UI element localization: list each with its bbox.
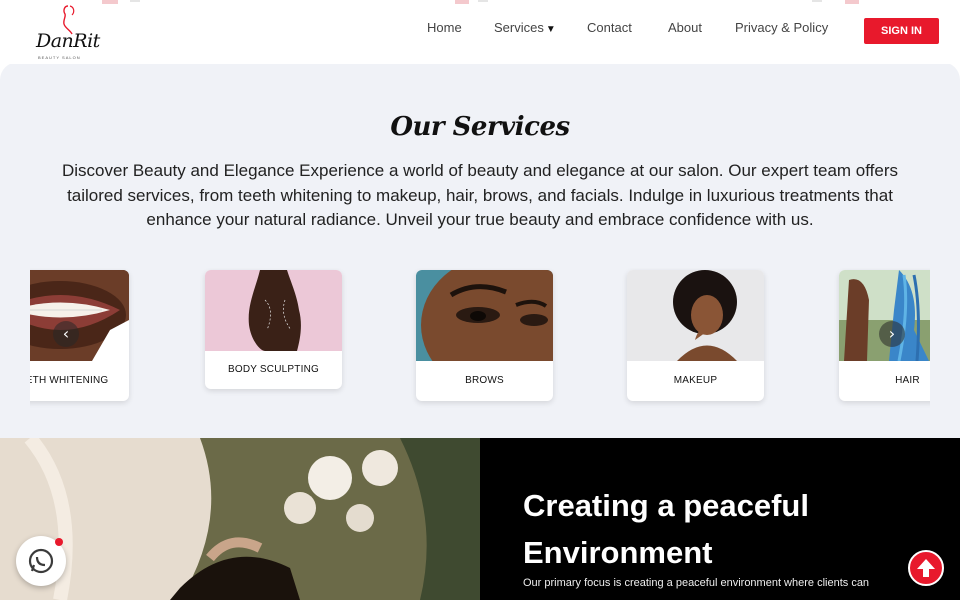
scroll-to-top-button[interactable] <box>908 550 944 586</box>
service-card-makeup[interactable]: MAKEUP <box>627 270 764 401</box>
service-image-teeth-whitening <box>30 270 129 361</box>
service-image-brows <box>416 270 553 361</box>
nav-services-label: Services <box>494 20 544 35</box>
logo-text: DanRit <box>36 30 100 52</box>
services-section: Our Services Discover Beauty and Eleganc… <box>0 62 960 438</box>
services-description: Discover Beauty and Elegance Experience … <box>61 161 898 229</box>
service-card-body-sculpting[interactable]: BODY SCULPTING <box>205 270 342 389</box>
carousel-prev-button[interactable]: ‹ <box>53 321 79 347</box>
services-carousel: TEETH WHITENING BODY SCULPTING <box>30 268 930 418</box>
peaceful-environment-title: Creating a peaceful Environment <box>523 482 943 576</box>
nav-about-link[interactable]: About <box>668 20 702 35</box>
service-image-body-sculpting <box>205 270 342 351</box>
peaceful-environment-text: Our primary focus is creating a peaceful… <box>523 577 870 589</box>
arrow-up-icon <box>917 559 935 577</box>
service-label-brows: BROWS <box>465 375 504 386</box>
caret-down-icon: ▼ <box>545 24 556 35</box>
service-label-makeup: MAKEUP <box>673 375 718 386</box>
nav-contact-link[interactable]: Contact <box>587 20 632 35</box>
service-label-body-sculpting: BODY SCULPTING <box>228 364 319 375</box>
nav-services-link[interactable]: Services ▼ <box>494 20 556 35</box>
salon-photo <box>0 438 480 600</box>
nav-privacy-link[interactable]: Privacy & Policy <box>735 20 828 35</box>
service-label-teeth-whitening: TEETH WHITENING <box>30 375 109 386</box>
chevron-right-icon: › <box>888 324 896 343</box>
peaceful-title-line2: Environment <box>523 535 713 570</box>
carousel-next-button[interactable]: › <box>879 321 905 347</box>
service-image-hair <box>839 270 930 361</box>
peaceful-environment-section: Creating a peaceful Environment Our prim… <box>480 438 960 600</box>
service-card-teeth-whitening[interactable]: TEETH WHITENING <box>30 270 129 401</box>
site-logo[interactable]: DanRit BEAUTY SALON <box>30 4 100 60</box>
services-title: Our Services <box>390 112 570 142</box>
site-header: DanRit BEAUTY SALON Home Services ▼ Conta… <box>0 0 960 64</box>
peaceful-title-line1: Creating a peaceful <box>523 488 809 523</box>
sign-in-button[interactable]: SIGN IN <box>864 18 939 44</box>
logo-tagline: BEAUTY SALON <box>38 55 81 60</box>
service-image-makeup <box>627 270 764 361</box>
service-card-brows[interactable]: BROWS <box>416 270 553 401</box>
notification-dot <box>55 538 63 546</box>
chevron-left-icon: ‹ <box>62 324 70 343</box>
service-label-hair: HAIR <box>895 375 920 386</box>
nav-home-link[interactable]: Home <box>427 20 462 35</box>
